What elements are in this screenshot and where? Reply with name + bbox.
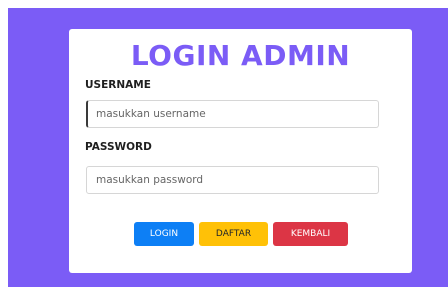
login-card: LOGIN ADMIN USERNAME PASSWORD LOGIN DAFT…	[69, 29, 412, 273]
password-input[interactable]	[86, 166, 379, 194]
back-button[interactable]: KEMBALI	[273, 222, 348, 246]
username-input[interactable]	[86, 100, 379, 128]
login-button[interactable]: LOGIN	[134, 222, 194, 246]
page-title: LOGIN ADMIN	[130, 39, 351, 72]
username-label: USERNAME	[85, 79, 151, 91]
password-label: PASSWORD	[85, 141, 152, 153]
register-button[interactable]: DAFTAR	[199, 222, 268, 246]
